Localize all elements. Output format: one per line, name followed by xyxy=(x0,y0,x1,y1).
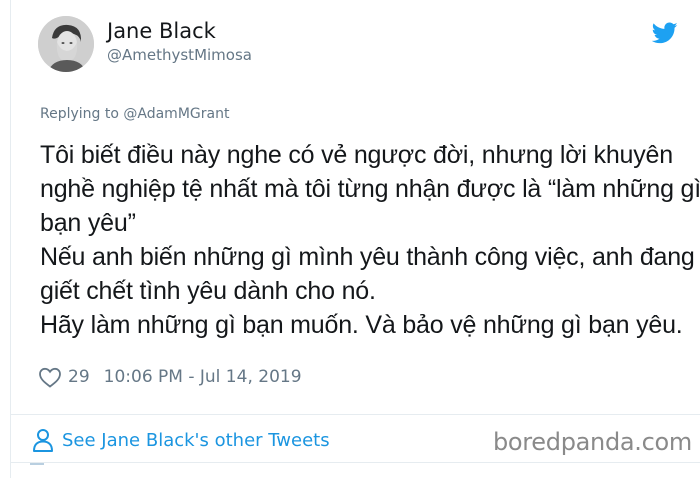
person-icon xyxy=(32,428,54,452)
tweet-line: Tôi biết điều này nghe có vẻ ngược đời, … xyxy=(40,141,673,169)
twitter-bird-icon[interactable] xyxy=(651,20,678,46)
divider xyxy=(10,414,700,415)
like-count[interactable]: 29 xyxy=(68,367,90,387)
tweet-line: Nếu anh biến những gì mình yêu thành côn… xyxy=(40,243,695,271)
watermark: boredpanda.com xyxy=(492,428,692,456)
replying-to[interactable]: Replying to @AdamMGrant xyxy=(40,106,229,122)
tweet-line: giết chết tình yêu dành cho nó. xyxy=(40,277,376,305)
tweet-timestamp[interactable]: 10:06 PM - Jul 14, 2019 xyxy=(104,367,302,387)
tweet-header: Jane Black @AmethystMimosa xyxy=(38,16,688,76)
tweet-line: nghề nghiệp tệ nhất mà tôi từng nhận đượ… xyxy=(40,175,700,203)
author-handle[interactable]: @AmethystMimosa xyxy=(107,46,252,64)
heart-icon[interactable] xyxy=(38,366,62,388)
tweet-line: Hãy làm những gì bạn muốn. Và bảo vệ nhữ… xyxy=(40,311,683,339)
tweet-meta: 29 10:06 PM - Jul 14, 2019 xyxy=(38,364,302,390)
tweet-line: bạn yêu” xyxy=(40,209,136,237)
see-other-tweets-label: See Jane Black's other Tweets xyxy=(62,429,330,451)
card-border xyxy=(10,0,11,478)
tweet-card: Jane Black @AmethystMimosa Replying to @… xyxy=(0,0,700,478)
avatar[interactable] xyxy=(38,16,94,72)
tweet-text: Tôi biết điều này nghe có vẻ ngược đời, … xyxy=(40,138,700,342)
see-other-tweets-link[interactable]: See Jane Black's other Tweets xyxy=(32,427,330,453)
bottom-divider xyxy=(10,462,700,463)
bottom-stub xyxy=(30,463,44,465)
author-name[interactable]: Jane Black xyxy=(107,19,216,43)
